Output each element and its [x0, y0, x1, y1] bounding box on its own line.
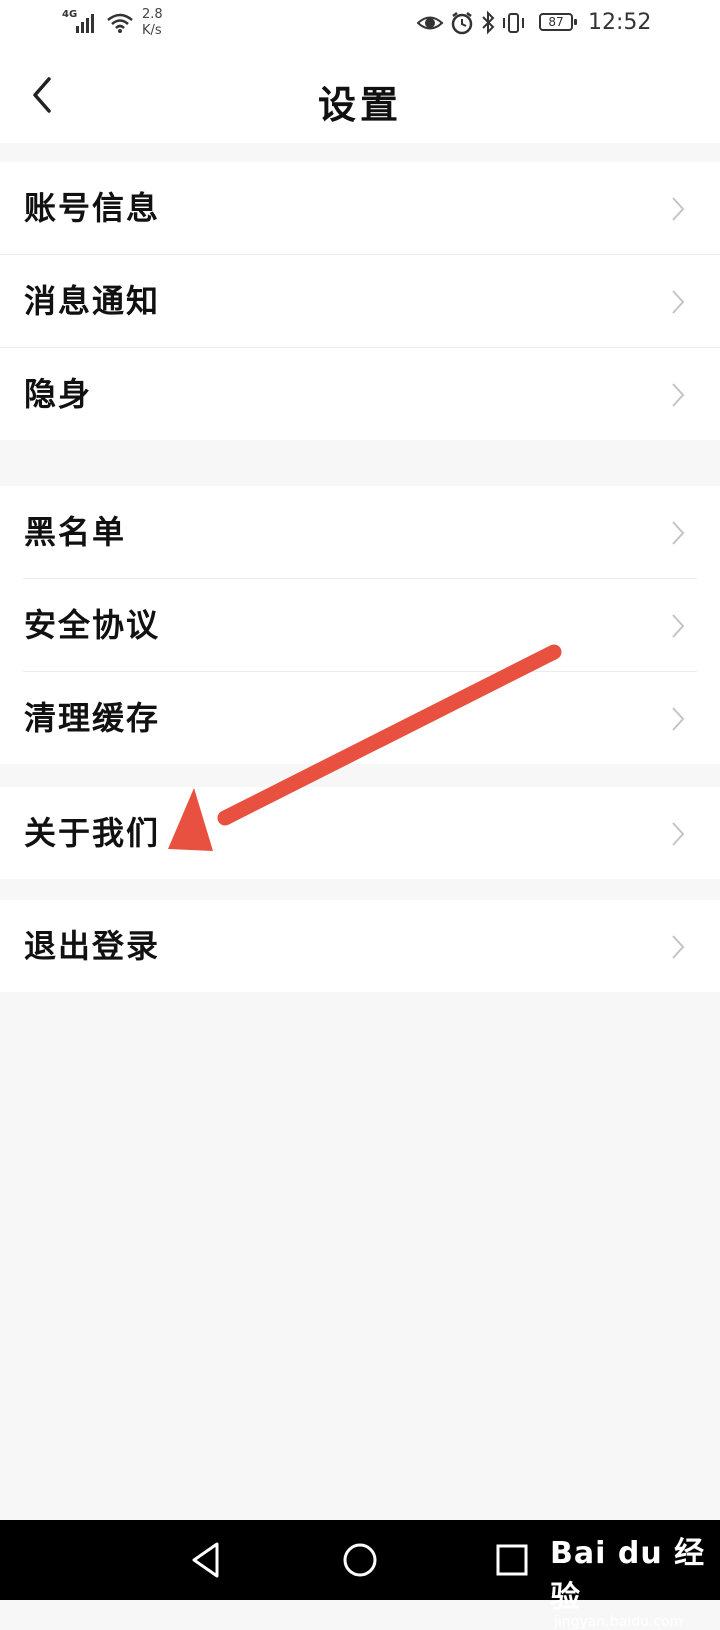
chevron-right-icon [672, 383, 685, 407]
system-nav-bar: Bai du 经验 jingyan.baidu.com [0, 1520, 720, 1630]
nav-home-icon[interactable] [342, 1540, 378, 1580]
watermark-url: jingyan.baidu.com [554, 1614, 684, 1630]
settings-item-label: 关于我们 [24, 814, 161, 852]
network-type: 4G [62, 9, 78, 20]
settings-item-blacklist[interactable]: 黑名单 [0, 486, 720, 578]
chevron-right-icon [672, 935, 685, 959]
chevron-right-icon [672, 290, 685, 314]
alarm-icon [451, 12, 473, 35]
chevron-right-icon [672, 197, 685, 221]
settings-item-invisible[interactable]: 隐身 [0, 348, 720, 440]
vibrate-icon [503, 13, 524, 33]
settings-item-label: 清理缓存 [24, 699, 161, 737]
baidu-jingyan-watermark: Bai du 经验 jingyan.baidu.com [550, 1528, 720, 1630]
settings-item-notifications[interactable]: 消息通知 [0, 255, 720, 347]
battery-level: 87 [548, 15, 564, 29]
settings-item-clear-cache[interactable]: 清理缓存 [0, 672, 720, 764]
settings-item-label: 隐身 [24, 375, 93, 413]
chevron-right-icon [672, 707, 685, 731]
settings-item-label: 安全协议 [24, 606, 161, 644]
settings-item-label: 账号信息 [24, 189, 161, 227]
watermark-logo: Bai du 经验 [550, 1536, 706, 1615]
settings-item-label: 黑名单 [24, 513, 127, 551]
battery-icon: 87 [539, 13, 577, 31]
settings-item-label: 退出登录 [24, 927, 161, 965]
settings-group-logout: 退出登录 [0, 900, 720, 992]
status-bar: 4G 2.8 K/s 87 12:52 [0, 0, 720, 48]
network-speed: 2.8 K/s [142, 7, 163, 38]
page-title: 设置 [317, 82, 402, 127]
chevron-right-icon [672, 614, 685, 638]
settings-group-about: 关于我们 [0, 787, 720, 879]
settings-group-privacy: 黑名单 安全协议 清理缓存 [0, 486, 720, 764]
clock: 12:52 [588, 10, 652, 35]
chevron-right-icon [672, 521, 685, 545]
settings-item-label: 消息通知 [24, 282, 161, 320]
settings-item-about-us[interactable]: 关于我们 [0, 787, 720, 879]
settings-group-account: 账号信息 消息通知 隐身 [0, 162, 720, 440]
signal-icon [76, 14, 94, 33]
nav-recent-apps-icon[interactable] [494, 1540, 530, 1580]
bluetooth-icon [482, 10, 495, 35]
nav-back-icon[interactable] [188, 1540, 224, 1580]
eye-icon [417, 16, 444, 30]
chevron-right-icon [672, 822, 685, 846]
settings-item-security-agreement[interactable]: 安全协议 [0, 579, 720, 671]
status-icons [417, 10, 524, 35]
settings-item-account-info[interactable]: 账号信息 [0, 162, 720, 254]
wifi-icon [107, 13, 133, 33]
settings-item-logout[interactable]: 退出登录 [0, 900, 720, 992]
app-header: 设置 [0, 48, 720, 143]
